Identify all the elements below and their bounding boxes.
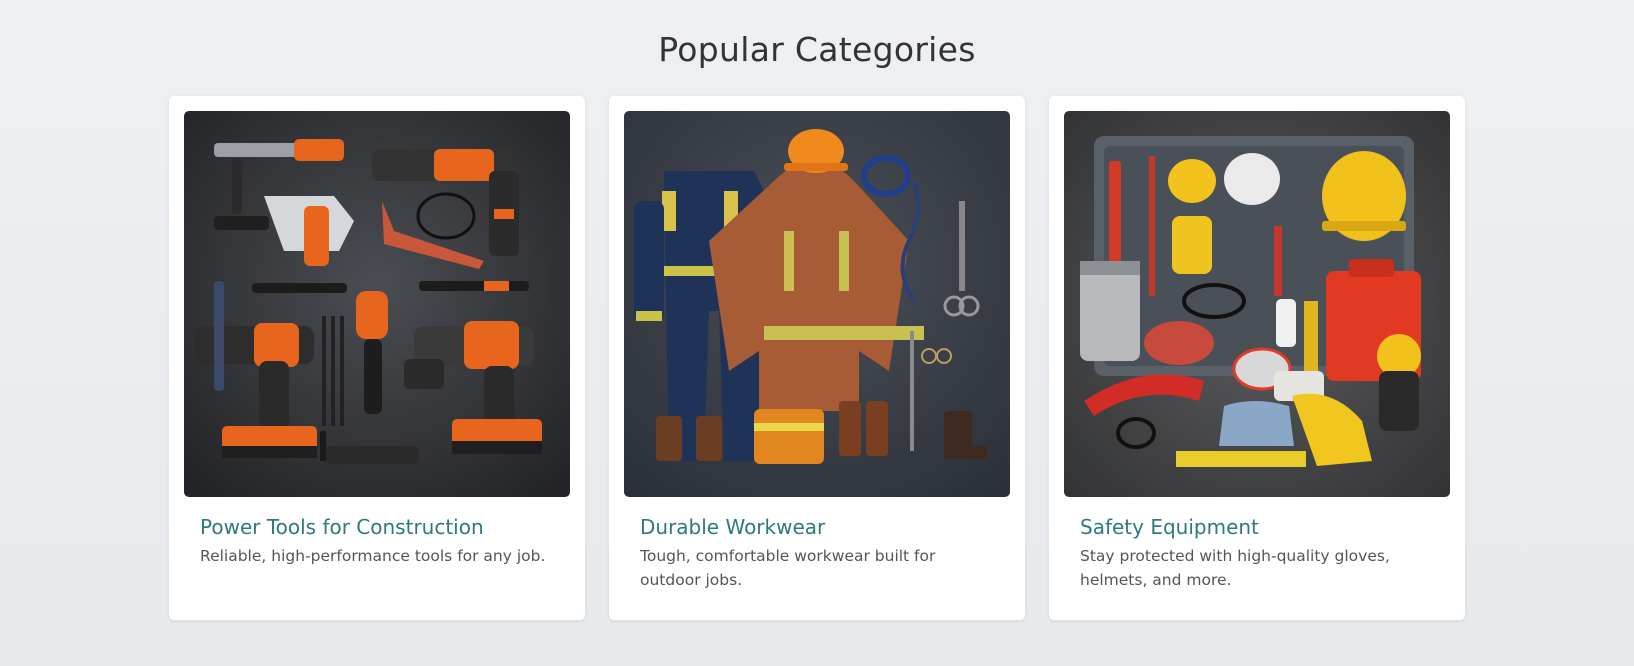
power-tools-illustration <box>184 111 570 497</box>
category-card-workwear[interactable]: Durable Workwear Tough, comfortable work… <box>609 96 1025 620</box>
card-body: Power Tools for Construction Reliable, h… <box>184 497 570 568</box>
card-body: Safety Equipment Stay protected with hig… <box>1064 497 1450 592</box>
power-tools-image[interactable] <box>184 111 570 497</box>
workwear-image[interactable] <box>624 111 1010 497</box>
safety-equipment-image[interactable] <box>1064 111 1450 497</box>
card-title[interactable]: Durable Workwear <box>640 514 994 540</box>
card-title[interactable]: Safety Equipment <box>1080 514 1434 540</box>
card-body: Durable Workwear Tough, comfortable work… <box>624 497 1010 592</box>
section-title: Popular Categories <box>658 30 976 69</box>
card-title[interactable]: Power Tools for Construction <box>200 514 554 540</box>
card-description: Stay protected with high-quality gloves,… <box>1080 547 1390 589</box>
category-card-safety-equipment[interactable]: Safety Equipment Stay protected with hig… <box>1049 96 1465 620</box>
safety-equipment-illustration <box>1064 111 1450 497</box>
category-cards: Power Tools for Construction Reliable, h… <box>169 96 1465 620</box>
card-description: Tough, comfortable workwear built for ou… <box>640 547 936 589</box>
card-description: Reliable, high-performance tools for any… <box>200 547 546 565</box>
category-card-power-tools[interactable]: Power Tools for Construction Reliable, h… <box>169 96 585 620</box>
workwear-illustration <box>624 111 1010 497</box>
